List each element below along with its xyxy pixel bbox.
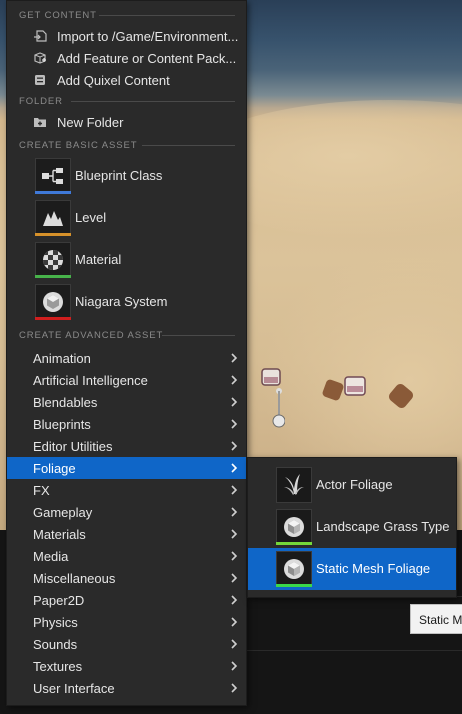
menu-item-label: Add Feature or Content Pack... <box>57 50 237 66</box>
menu-item-new-folder[interactable]: New Folder <box>7 111 246 133</box>
submenu-category-editor-utilities[interactable]: Editor Utilities <box>7 435 246 457</box>
submenu-category-artificial-intelligence[interactable]: Artificial Intelligence <box>7 369 246 391</box>
blueprint-class-icon <box>35 158 71 194</box>
menu-item-blueprint-class[interactable]: Blueprint Class <box>7 155 246 197</box>
submenu-item-label: Static Mesh Foliage <box>316 561 431 576</box>
chevron-right-icon <box>231 397 238 407</box>
section-header-advanced-asset: CREATE ADVANCED ASSET <box>19 330 164 341</box>
submenu-category-paper2d[interactable]: Paper2D <box>7 589 246 611</box>
landscape-grass-type-icon <box>276 509 312 545</box>
menu-item-import[interactable]: Import to /Game/Environment... <box>7 25 246 47</box>
submenu-category-label: Materials <box>33 527 86 542</box>
chevron-right-icon <box>231 441 238 451</box>
chevron-right-icon <box>231 419 238 429</box>
submenu-category-label: Paper2D <box>33 593 85 608</box>
submenu-category-label: User Interface <box>33 681 115 696</box>
menu-item-label: Import to /Game/Environment... <box>57 28 239 44</box>
content-pack-icon <box>33 51 47 65</box>
menu-item-material[interactable]: Material <box>7 239 246 281</box>
menu-item-label: New Folder <box>57 114 124 130</box>
menu-item-level[interactable]: Level <box>7 197 246 239</box>
submenu-item-label: Actor Foliage <box>316 477 393 492</box>
submenu-category-label: Editor Utilities <box>33 439 113 454</box>
menu-item-label: Level <box>75 210 107 225</box>
submenu-category-media[interactable]: Media <box>7 545 246 567</box>
chevron-right-icon <box>231 573 238 583</box>
chevron-right-icon <box>231 639 238 649</box>
content-browser-add-menu: GET CONTENT Import to /Game/Environment.… <box>6 0 247 706</box>
chevron-right-icon <box>231 683 238 693</box>
submenu-category-label: Foliage <box>33 461 76 476</box>
submenu-category-label: Blendables <box>33 395 98 410</box>
submenu-category-label: Gameplay <box>33 505 93 520</box>
chevron-right-icon <box>231 617 238 627</box>
section-divider <box>71 101 235 102</box>
menu-item-niagara-system[interactable]: Niagara System <box>7 281 246 323</box>
section-header-basic-asset: CREATE BASIC ASSET <box>19 140 138 151</box>
submenu-category-gameplay[interactable]: Gameplay <box>7 501 246 523</box>
tooltip: Static M <box>410 604 462 634</box>
submenu-category-materials[interactable]: Materials <box>7 523 246 545</box>
submenu-category-blueprints[interactable]: Blueprints <box>7 413 246 435</box>
submenu-category-label: Animation <box>33 351 91 366</box>
section-header-get-content: GET CONTENT <box>19 10 97 21</box>
chevron-right-icon <box>231 661 238 671</box>
static-mesh-foliage-icon <box>276 551 312 587</box>
submenu-category-label: FX <box>33 483 50 498</box>
submenu-category-label: Artificial Intelligence <box>33 373 148 388</box>
section-divider <box>99 15 235 16</box>
submenu-item-static-mesh-foliage[interactable]: Static Mesh Foliage <box>248 548 456 590</box>
submenu-item-actor-foliage[interactable]: Actor Foliage <box>248 464 456 506</box>
submenu-category-label: Media <box>33 549 69 564</box>
submenu-category-blendables[interactable]: Blendables <box>7 391 246 413</box>
chevron-right-icon <box>231 529 238 539</box>
submenu-category-animation[interactable]: Animation <box>7 347 246 369</box>
submenu-category-label: Miscellaneous <box>33 571 116 586</box>
viewport-prop <box>261 368 285 428</box>
viewport-prop <box>344 376 366 396</box>
submenu-category-label: Blueprints <box>33 417 91 432</box>
quixel-icon <box>33 73 47 87</box>
niagara-system-icon <box>35 284 71 320</box>
submenu-category-label: Sounds <box>33 637 78 652</box>
level-icon <box>35 200 71 236</box>
submenu-item-landscape-grass-type[interactable]: Landscape Grass Type <box>248 506 456 548</box>
submenu-category-label: Physics <box>33 615 78 630</box>
material-icon <box>35 242 71 278</box>
chevron-right-icon <box>231 485 238 495</box>
chevron-right-icon <box>231 595 238 605</box>
foliage-submenu: Actor Foliage Landscape Grass Type Stati… <box>247 457 457 598</box>
submenu-category-label: Textures <box>33 659 83 674</box>
submenu-category-fx[interactable]: FX <box>7 479 246 501</box>
submenu-category-sounds[interactable]: Sounds <box>7 633 246 655</box>
section-divider <box>142 145 235 146</box>
chevron-right-icon <box>231 507 238 517</box>
menu-item-label: Niagara System <box>75 294 168 309</box>
submenu-category-physics[interactable]: Physics <box>7 611 246 633</box>
new-folder-icon <box>33 115 47 129</box>
menu-item-add-feature-pack[interactable]: Add Feature or Content Pack... <box>7 47 246 69</box>
section-header-folder: FOLDER <box>19 96 63 107</box>
section-divider <box>162 335 235 336</box>
chevron-right-icon <box>231 551 238 561</box>
chevron-right-icon <box>231 463 238 473</box>
chevron-right-icon <box>231 353 238 363</box>
tooltip-text: Static M <box>419 613 462 627</box>
submenu-category-textures[interactable]: Textures <box>7 655 246 677</box>
import-icon <box>33 29 47 43</box>
submenu-category-miscellaneous[interactable]: Miscellaneous <box>7 567 246 589</box>
submenu-category-user-interface[interactable]: User Interface <box>7 677 246 699</box>
menu-item-add-quixel[interactable]: Add Quixel Content <box>7 69 246 91</box>
menu-item-label: Blueprint Class <box>75 168 163 183</box>
actor-foliage-icon <box>276 467 312 503</box>
submenu-category-foliage[interactable]: Foliage <box>7 457 246 479</box>
menu-item-label: Add Quixel Content <box>57 72 170 88</box>
submenu-item-label: Landscape Grass Type <box>316 519 450 534</box>
menu-item-label: Material <box>75 252 122 267</box>
chevron-right-icon <box>231 375 238 385</box>
